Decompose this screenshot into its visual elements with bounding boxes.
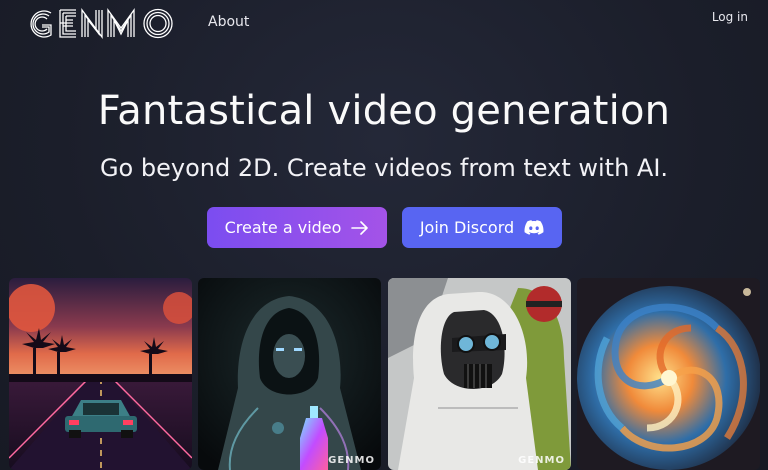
discord-icon [524,220,544,235]
gallery-watermark: GENMO [328,455,375,466]
video-gallery: GENMO GENMO [0,278,768,470]
join-discord-button[interactable]: Join Discord [402,207,562,248]
synthwave-car-thumbnail [9,278,192,470]
hooded-figure-thumbnail [198,278,381,470]
create-video-button[interactable]: Create a video [207,207,387,248]
hero-subtitle: Go beyond 2D. Create videos from text wi… [99,154,669,182]
create-video-label: Create a video [224,218,342,237]
gallery-card-masked-figures[interactable]: GENMO [388,278,571,470]
gallery-watermark: GENMO [518,455,565,466]
top-nav: About Log in [0,0,768,48]
gallery-card-cosmic-swirl[interactable] [577,278,760,470]
cosmic-swirl-thumbnail [577,278,760,470]
gallery-card-synthwave-car[interactable] [9,278,192,470]
masked-figures-thumbnail [388,278,571,470]
nav-about-link[interactable]: About [208,14,249,30]
genmo-logo-mark [30,7,173,39]
gallery-card-hooded-figure[interactable]: GENMO [198,278,381,470]
join-discord-label: Join Discord [419,218,515,237]
hero-title: Fantastical video generation [97,88,671,134]
nav-login-link[interactable]: Log in [712,10,748,24]
genmo-logo[interactable] [24,4,180,46]
arrow-right-icon [351,220,369,235]
